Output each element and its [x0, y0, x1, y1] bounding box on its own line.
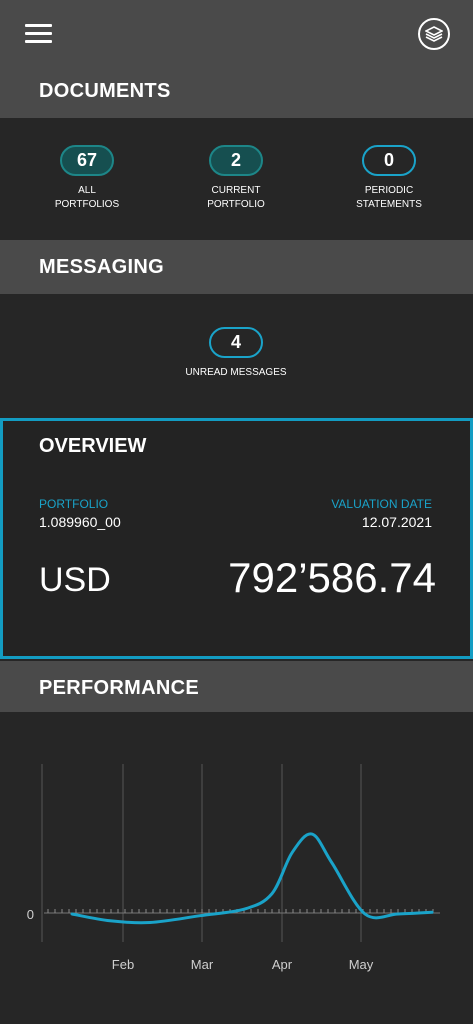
performance-series-line	[70, 832, 434, 925]
x-tick-label: Apr	[272, 957, 293, 972]
portfolio-amount: 792’586.74	[228, 554, 436, 601]
menu-line	[25, 40, 52, 43]
overview-card[interactable]: OVERVIEW PORTFOLIO 1.089960_00 VALUATION…	[0, 418, 473, 659]
x-tick-label: Mar	[191, 957, 214, 972]
valuation-date-label: VALUATION DATE	[331, 497, 432, 511]
all-portfolios-label-line2: PORTFOLIOS	[54, 199, 120, 210]
portfolio-label: PORTFOLIO	[39, 497, 109, 511]
portfolio-value: 1.089960_00	[39, 514, 121, 530]
layers-logo-icon[interactable]	[418, 18, 450, 50]
performance-title: PERFORMANCE	[39, 677, 199, 699]
documents-header: DOCUMENTS	[0, 68, 473, 118]
all-portfolios-label: ALL PORTFOLIOS	[37, 184, 137, 212]
unread-messages-count[interactable]: 4	[209, 327, 263, 358]
valuation-date-value: 12.07.2021	[361, 514, 432, 530]
unread-messages-label: UNREAD MESSAGES	[185, 367, 287, 378]
x-tick-label: Feb	[112, 957, 134, 972]
all-portfolios-count[interactable]: 67	[60, 145, 114, 176]
current-portfolio-label: CURRENT PORTFOLIO	[186, 184, 286, 212]
menu-line	[25, 24, 52, 27]
periodic-statements-label: PERIODIC STATEMENTS	[339, 184, 439, 212]
hamburger-menu-icon[interactable]	[25, 24, 53, 46]
documents-title: DOCUMENTS	[39, 80, 171, 102]
y-tick-label: 0	[27, 907, 34, 922]
messaging-header: MESSAGING	[0, 240, 473, 294]
current-portfolio-label-line2: PORTFOLIO	[207, 199, 265, 210]
periodic-statements-count[interactable]: 0	[362, 145, 416, 176]
performance-chart[interactable]: 0 Feb Mar Apr May	[0, 712, 473, 1024]
current-portfolio-label-line1: CURRENT	[211, 185, 261, 196]
messaging-title: MESSAGING	[39, 256, 164, 278]
periodic-statements-label-line1: PERIODIC	[364, 185, 414, 196]
x-tick-label: May	[349, 957, 374, 972]
overview-title: OVERVIEW	[39, 435, 147, 457]
currency-code: USD	[39, 561, 111, 599]
performance-header: PERFORMANCE	[0, 661, 473, 712]
periodic-statements-label-line2: STATEMENTS	[356, 199, 422, 210]
top-bar	[0, 0, 473, 68]
all-portfolios-label-line1: ALL	[78, 185, 96, 196]
layers-icon-graphic	[425, 26, 443, 42]
current-portfolio-count[interactable]: 2	[209, 145, 263, 176]
performance-chart-svg: 0 Feb Mar Apr May	[27, 764, 440, 972]
menu-line	[25, 32, 52, 35]
